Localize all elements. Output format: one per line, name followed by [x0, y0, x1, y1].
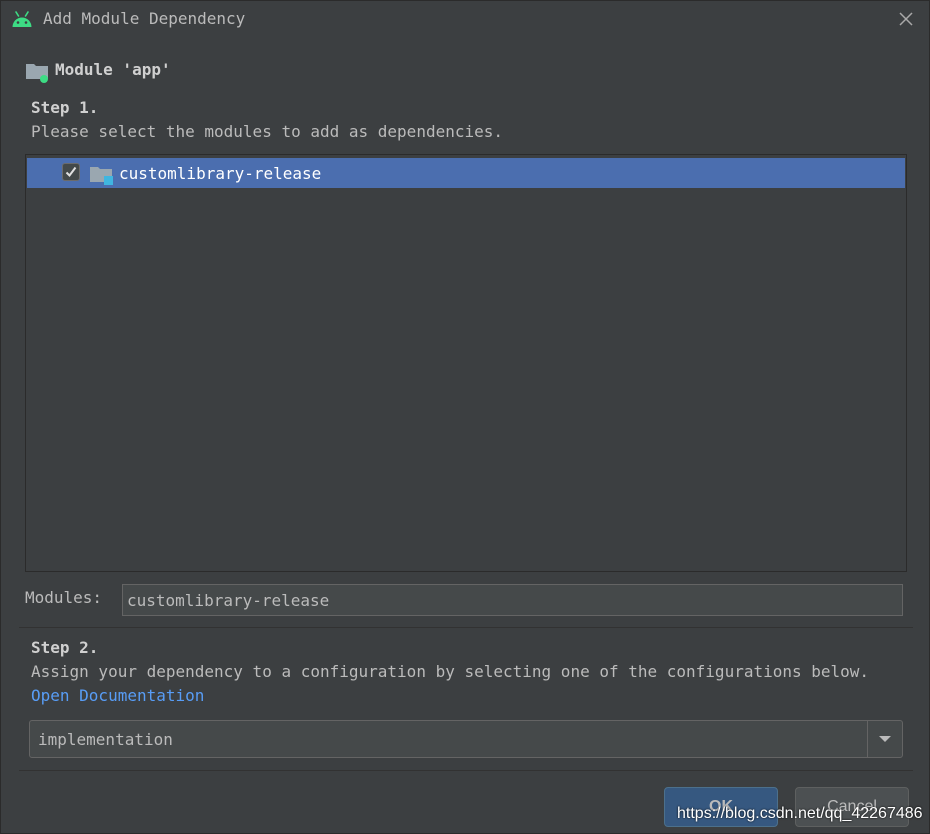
- close-icon[interactable]: [897, 10, 915, 28]
- open-documentation-link[interactable]: Open Documentation: [31, 686, 204, 705]
- module-folder-icon: [25, 61, 51, 83]
- window-title: Add Module Dependency: [43, 9, 246, 28]
- module-name-label: Module 'app': [55, 60, 171, 79]
- list-item[interactable]: customlibrary-release: [27, 158, 905, 188]
- android-icon: [11, 11, 33, 29]
- step1-title: Step 1.: [31, 98, 99, 117]
- modules-label: Modules:: [25, 588, 103, 607]
- chevron-down-icon: [879, 736, 891, 742]
- divider: [19, 770, 913, 771]
- module-checkbox[interactable]: [62, 163, 80, 181]
- dropdown-arrow-button[interactable]: [867, 721, 902, 757]
- module-list[interactable]: customlibrary-release: [25, 154, 907, 572]
- step2-description: Assign your dependency to a configuratio…: [31, 662, 870, 681]
- watermark-text: https://blog.csdn.net/qq_42267486: [677, 805, 923, 822]
- module-item-label: customlibrary-release: [119, 164, 322, 183]
- add-module-dependency-dialog: Add Module Dependency Module 'app' Step …: [0, 0, 930, 834]
- modules-input[interactable]: [122, 584, 903, 616]
- configuration-value: implementation: [38, 730, 173, 749]
- step2-title: Step 2.: [31, 638, 99, 657]
- configuration-dropdown[interactable]: implementation: [29, 720, 903, 758]
- library-folder-icon: [89, 164, 115, 186]
- divider: [19, 627, 913, 628]
- title-bar: Add Module Dependency: [1, 1, 930, 39]
- step1-description: Please select the modules to add as depe…: [31, 122, 504, 141]
